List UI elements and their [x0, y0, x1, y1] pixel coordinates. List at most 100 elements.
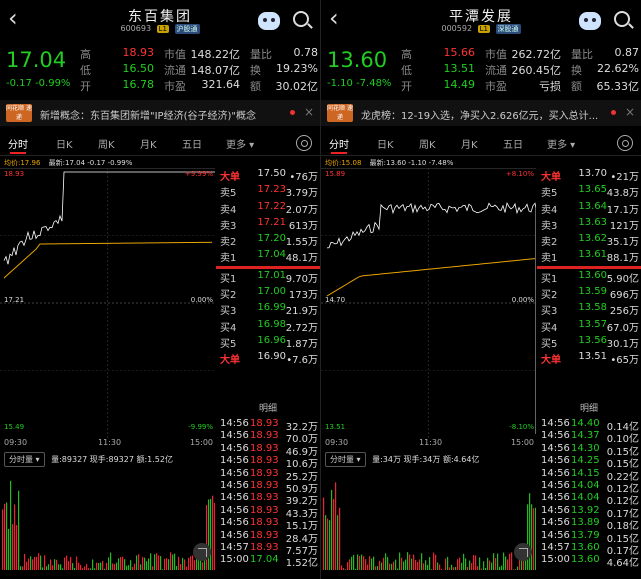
close-icon[interactable]: ×: [304, 105, 314, 119]
limit-down-price: 15.49: [4, 423, 25, 431]
fullscreen-icon[interactable]: [514, 543, 532, 561]
volume-bar: [52, 565, 54, 570]
big-order-bid[interactable]: 大单 16.90 •7.6万: [216, 351, 320, 367]
volume-bar: [477, 566, 479, 570]
bid-row[interactable]: 买1 13.60 5.90亿: [537, 270, 641, 286]
quote-value: 0.87: [614, 46, 640, 59]
book-label: 卖5: [541, 188, 558, 200]
bid-row[interactable]: 买4 13.57 67.0万: [537, 319, 641, 335]
book-volume: •21万: [610, 172, 639, 183]
gear-icon[interactable]: [296, 135, 312, 151]
book-label: 卖4: [220, 204, 237, 216]
stock-code: 000592: [441, 24, 473, 33]
book-label: 买2: [541, 290, 558, 302]
tab-daily[interactable]: 日K: [377, 136, 394, 151]
bid-row[interactable]: 买5 16.96 1.87万: [216, 335, 320, 351]
tick-price: 18.93: [250, 492, 279, 504]
volume-bar: [46, 566, 48, 570]
tick-row: 14:57 13.60 0.17亿: [537, 542, 641, 557]
chevron-down-icon: ▾: [246, 140, 255, 151]
news-text[interactable]: 龙虎榜：12-19入选，净买入2.626亿元，买入总计...: [361, 107, 606, 122]
trade-ticks[interactable]: 明细 14:56 14.40 0.14亿 14:56 14.37 0.10亿 14:56 14…: [537, 400, 641, 569]
volume-selector[interactable]: 分时量 ▾: [4, 452, 45, 467]
bid-row[interactable]: 买1 17.01 9.70万: [216, 270, 320, 286]
bid-row[interactable]: 买3 13.58 256万: [537, 302, 641, 318]
tick-price: 18.93: [250, 541, 279, 553]
big-order-bid[interactable]: 大单 13.51 •65万: [537, 351, 641, 367]
volume-bar: [152, 566, 154, 570]
bid-row[interactable]: 买2 13.59 696万: [537, 286, 641, 302]
volume-bar: [36, 556, 38, 570]
search-icon[interactable]: [614, 11, 630, 27]
bid-row[interactable]: 买4 16.98 2.72万: [216, 319, 320, 335]
big-order-ask[interactable]: 大单 17.50 •76万: [216, 168, 320, 184]
tab-five-day[interactable]: 五日: [182, 136, 202, 151]
volume-selector[interactable]: 分时量 ▾: [325, 452, 366, 467]
assistant-robot-icon[interactable]: [258, 12, 280, 30]
tab-weekly[interactable]: 周K: [98, 136, 115, 151]
fullscreen-icon[interactable]: [193, 543, 211, 561]
tab-monthly[interactable]: 月K: [461, 136, 478, 151]
ask-row[interactable]: 卖2 13.62 35.1万: [537, 233, 641, 249]
volume-bar: [367, 564, 369, 570]
tab-daily[interactable]: 日K: [56, 136, 73, 151]
news-ticker[interactable]: 同花顺 速递 新增概念：东百集团新增"IP经济(谷子经济)"概念 ×: [0, 100, 320, 126]
bid-row[interactable]: 买2 17.00 173万: [216, 286, 320, 302]
ask-row[interactable]: 卖3 17.21 613万: [216, 217, 320, 233]
bid-row[interactable]: 买3 16.99 21.9万: [216, 302, 320, 318]
volume-bar: [30, 556, 32, 570]
trade-ticks[interactable]: 明细 14:56 18.93 32.2万 14:56 18.93 70.0万 14:56 18…: [216, 400, 320, 569]
quote-value: 亏损: [539, 80, 561, 93]
quote-label: 换: [250, 64, 261, 77]
volume-bar: [511, 552, 513, 570]
news-text[interactable]: 新增概念：东百集团新增"IP经济(谷子经济)"概念: [40, 107, 285, 122]
volume-chart[interactable]: [321, 470, 537, 570]
bid-row[interactable]: 买5 13.56 30.1万: [537, 335, 641, 351]
tick-price: 13.92: [571, 504, 600, 516]
tab-more[interactable]: 更多 ▾: [226, 136, 254, 151]
volume-bar: [206, 504, 208, 570]
assistant-robot-icon[interactable]: [579, 12, 601, 30]
tab-monthly[interactable]: 月K: [140, 136, 157, 151]
volume-bar: [335, 482, 337, 570]
tab-five-day[interactable]: 五日: [503, 136, 523, 151]
tab-intraday[interactable]: 分时: [329, 136, 349, 154]
intraday-chart[interactable]: 15.89 +8.10% 14.70 0.00% 13.51 -8.10%: [321, 168, 537, 438]
gear-icon[interactable]: [617, 135, 633, 151]
tab-intraday[interactable]: 分时: [8, 136, 28, 154]
ask-row[interactable]: 卖4 17.22 2.07万: [216, 201, 320, 217]
tick-price: 18.93: [250, 442, 279, 454]
volume-chart-svg: [2, 480, 216, 570]
tab-more-label: 更多: [547, 140, 567, 151]
volume-bar: [421, 553, 423, 570]
intraday-chart[interactable]: 18.93 +9.99% 17.21 0.00% 15.49 -9.99%: [0, 168, 215, 438]
ask-row[interactable]: 卖5 13.65 43.8万: [537, 184, 641, 200]
volume-header: 分时量 ▾ 量:34万 现手:34万 额:4.64亿: [325, 452, 479, 468]
time-axis: 09:30 11:30 15:00: [321, 438, 536, 450]
ask-row[interactable]: 卖4 13.64 17.1万: [537, 201, 641, 217]
avg-price-legend: 均价:15.08: [325, 159, 362, 167]
tab-more[interactable]: 更多 ▾: [547, 136, 575, 151]
quote-label: 高: [401, 48, 412, 61]
close-icon[interactable]: ×: [625, 105, 635, 119]
tick-time: 14:56: [541, 504, 570, 516]
book-volume: 9.70万: [285, 273, 318, 285]
ask-row[interactable]: 卖3 13.63 121万: [537, 217, 641, 233]
volume-bar: [112, 563, 114, 570]
connect-badge: 沪股通: [174, 24, 200, 34]
volume-chart[interactable]: [0, 470, 216, 570]
tick-time: 14:56: [541, 418, 570, 429]
big-order-ask[interactable]: 大单 13.70 •21万: [537, 168, 641, 184]
ask-row[interactable]: 卖1 17.04 48.1万: [216, 249, 320, 265]
volume-bar: [12, 524, 14, 570]
chevron-down-icon: ▾: [567, 140, 576, 151]
volume-bar: [40, 555, 42, 570]
book-volume: 21.9万: [285, 306, 318, 318]
tab-weekly[interactable]: 周K: [419, 136, 436, 151]
ask-row[interactable]: 卖2 17.20 1.55万: [216, 233, 320, 249]
search-icon[interactable]: [293, 11, 309, 27]
ask-row[interactable]: 卖1 13.61 88.1万: [537, 249, 641, 265]
volume-bar: [491, 562, 493, 570]
ask-row[interactable]: 卖5 17.23 3.79万: [216, 184, 320, 200]
news-ticker[interactable]: 同花顺 速递 龙虎榜：12-19入选，净买入2.626亿元，买入总计... ×: [321, 100, 641, 126]
